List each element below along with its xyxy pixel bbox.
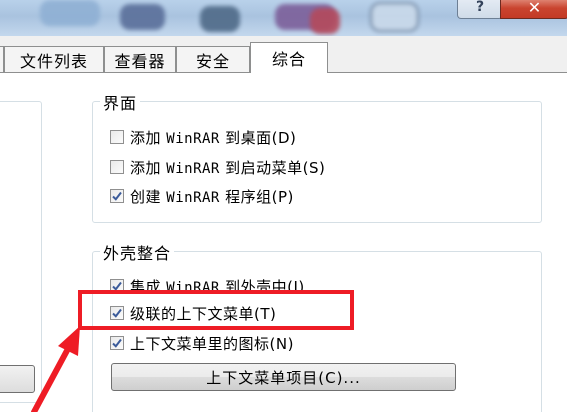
blurred-background	[40, 0, 100, 26]
blurred-background	[200, 6, 240, 32]
checkbox-add-to-start-menu[interactable]: 添加 WinRAR 到启动菜单(S)	[110, 157, 325, 177]
checkbox-add-to-desktop[interactable]: 添加 WinRAR 到桌面(D)	[110, 127, 296, 147]
checkbox-checked-icon[interactable]	[110, 306, 124, 320]
left-button-clipped[interactable]	[0, 365, 35, 393]
checkbox-cascaded-context-menu[interactable]: 级联的上下文菜单(T)	[110, 303, 276, 323]
context-menu-items-button[interactable]: 上下文菜单项目(C)...	[111, 363, 456, 391]
blurred-background	[310, 8, 340, 34]
checkbox-label: 添加 WinRAR 到桌面(D)	[130, 128, 297, 147]
tab-strip: 文件列表 查看器 安全 综合	[0, 42, 567, 73]
tab-file-list[interactable]: 文件列表	[4, 46, 104, 72]
blurred-background	[120, 4, 165, 30]
tab-viewer[interactable]: 查看器	[104, 46, 176, 72]
tab-general[interactable]: 综合	[250, 42, 328, 73]
help-button[interactable]: ?	[457, 0, 503, 19]
checkbox-label: 级联的上下文菜单(T)	[130, 304, 277, 323]
checkbox-label: 上下文菜单里的图标(N)	[130, 334, 294, 353]
checkbox-create-program-group[interactable]: 创建 WinRAR 程序组(P)	[110, 186, 294, 206]
title-bar: ? ✕	[0, 0, 567, 36]
checkbox-label: 创建 WinRAR 程序组(P)	[130, 187, 294, 206]
blurred-background	[370, 2, 419, 32]
checkbox-checked-icon[interactable]	[110, 279, 124, 293]
checkbox-label: 添加 WinRAR 到启动菜单(S)	[130, 158, 326, 177]
left-groupbox-clipped: ⌐ ⌐ ⌐ ⌐ ⌐ ⌐	[0, 101, 42, 403]
winrar-settings-dialog: ? ✕ 文件列表 查看器 安全 综合 ⌐ ⌐ ⌐ ⌐ ⌐ ⌐ 界面 添加 Win…	[0, 0, 567, 412]
checkbox-checked-icon[interactable]	[110, 336, 124, 350]
checkbox-label: 集成 WinRAR 到外壳中(I)	[130, 277, 305, 296]
close-button[interactable]: ✕	[500, 0, 567, 19]
checkbox-unchecked-icon[interactable]	[110, 130, 124, 144]
shell-integration-group-title: 外壳整合	[100, 240, 175, 264]
checkbox-icons-in-context-menu[interactable]: 上下文菜单里的图标(N)	[110, 333, 294, 353]
checkbox-unchecked-icon[interactable]	[110, 160, 124, 174]
checkbox-checked-icon[interactable]	[110, 189, 124, 203]
checkbox-integrate-shell[interactable]: 集成 WinRAR 到外壳中(I)	[110, 276, 305, 296]
tab-security[interactable]: 安全	[176, 46, 250, 72]
interface-group-title: 界面	[100, 90, 141, 114]
